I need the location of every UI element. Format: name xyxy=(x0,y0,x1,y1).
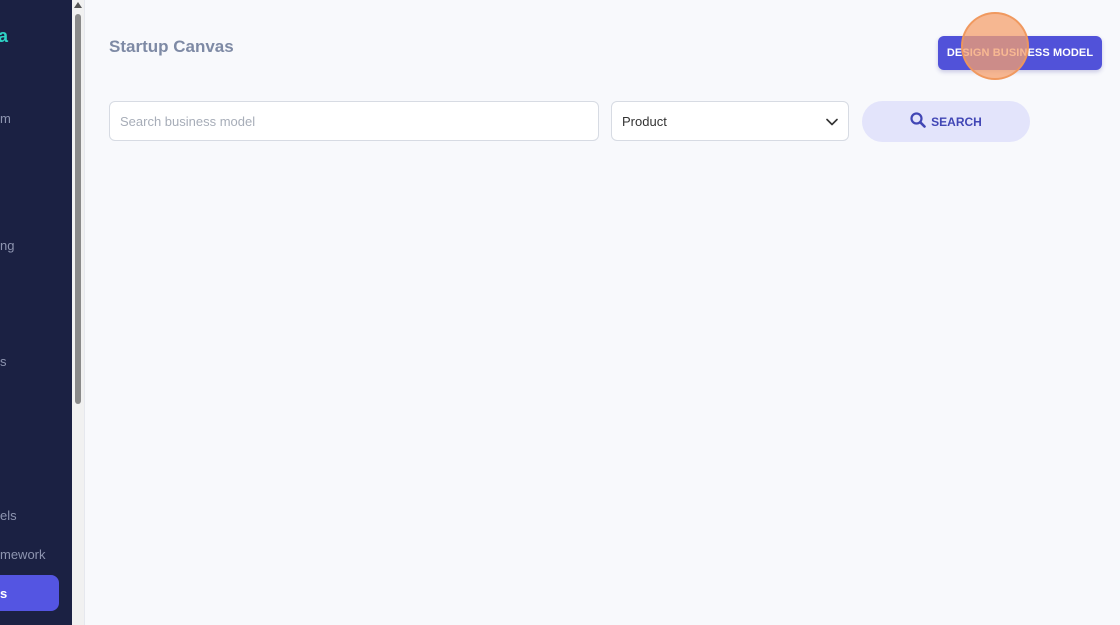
sidebar-scrollbar[interactable] xyxy=(72,0,85,625)
search-button[interactable]: SEARCH xyxy=(862,101,1030,142)
logo: a xyxy=(0,26,9,46)
design-business-model-button[interactable]: DESIGN BUSINESS MODEL xyxy=(938,36,1102,70)
chevron-down-icon xyxy=(826,114,838,129)
sidebar-item-4[interactable]: els xyxy=(0,508,17,523)
category-select[interactable]: Product xyxy=(611,101,849,141)
sidebar-item-1[interactable]: m xyxy=(0,111,11,126)
sidebar-item-3[interactable]: s xyxy=(0,354,7,369)
search-icon xyxy=(910,112,926,131)
sidebar-item-2[interactable]: ng xyxy=(0,238,14,253)
search-button-label: SEARCH xyxy=(931,114,982,129)
sidebar-item-active[interactable]: s xyxy=(0,575,59,611)
scroll-up-arrow-icon[interactable] xyxy=(74,2,82,8)
sidebar-item-5[interactable]: mework xyxy=(0,547,46,562)
sidebar: a m ng s els mework s xyxy=(0,0,72,625)
sidebar-item-active-label: s xyxy=(0,585,8,601)
category-select-value: Product xyxy=(622,113,667,129)
scrollbar-thumb[interactable] xyxy=(75,14,81,404)
page-title: Startup Canvas xyxy=(109,37,234,56)
search-input[interactable] xyxy=(109,101,599,141)
